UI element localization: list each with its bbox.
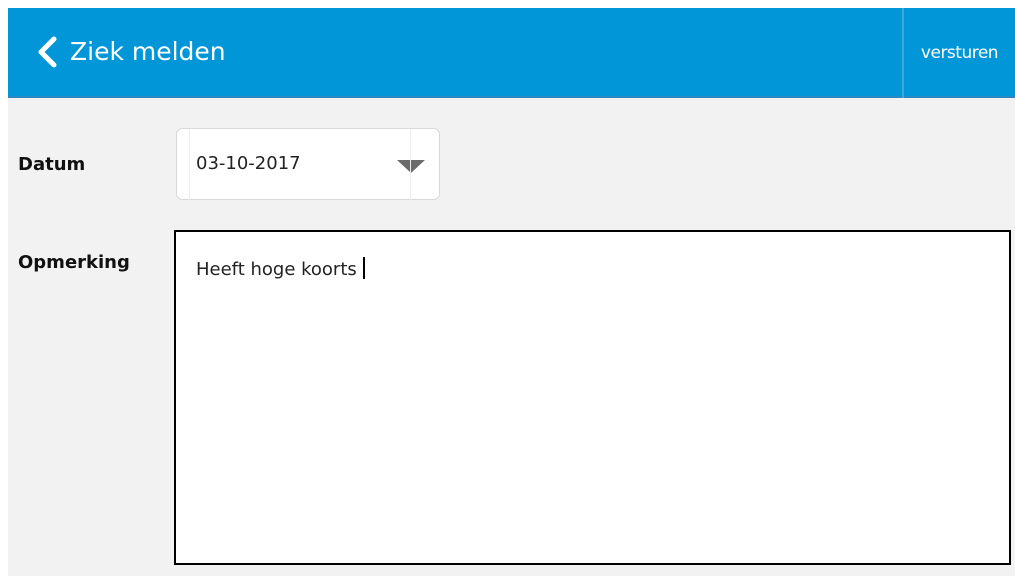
remark-textarea[interactable]: Heeft hoge koorts <box>174 230 1011 565</box>
chevron-left-icon[interactable] <box>34 35 60 69</box>
date-value: 03-10-2017 <box>196 153 301 174</box>
caret-down-icon[interactable] <box>397 160 425 174</box>
remark-text-line: Heeft hoge koorts <box>196 257 365 280</box>
remark-value: Heeft hoge koorts <box>196 259 357 280</box>
send-button[interactable]: versturen <box>904 8 1015 98</box>
page-title: Ziek melden <box>70 37 226 66</box>
app-window: Ziek melden versturen Datum 03-10-2017 O… <box>8 8 1015 576</box>
date-select[interactable]: 03-10-2017 <box>176 128 440 201</box>
remark-label: Opmerking <box>18 252 130 273</box>
text-cursor <box>362 257 365 279</box>
back-button[interactable]: Ziek melden <box>34 32 226 72</box>
date-label: Datum <box>18 154 86 175</box>
app-header: Ziek melden versturen <box>8 8 1015 98</box>
